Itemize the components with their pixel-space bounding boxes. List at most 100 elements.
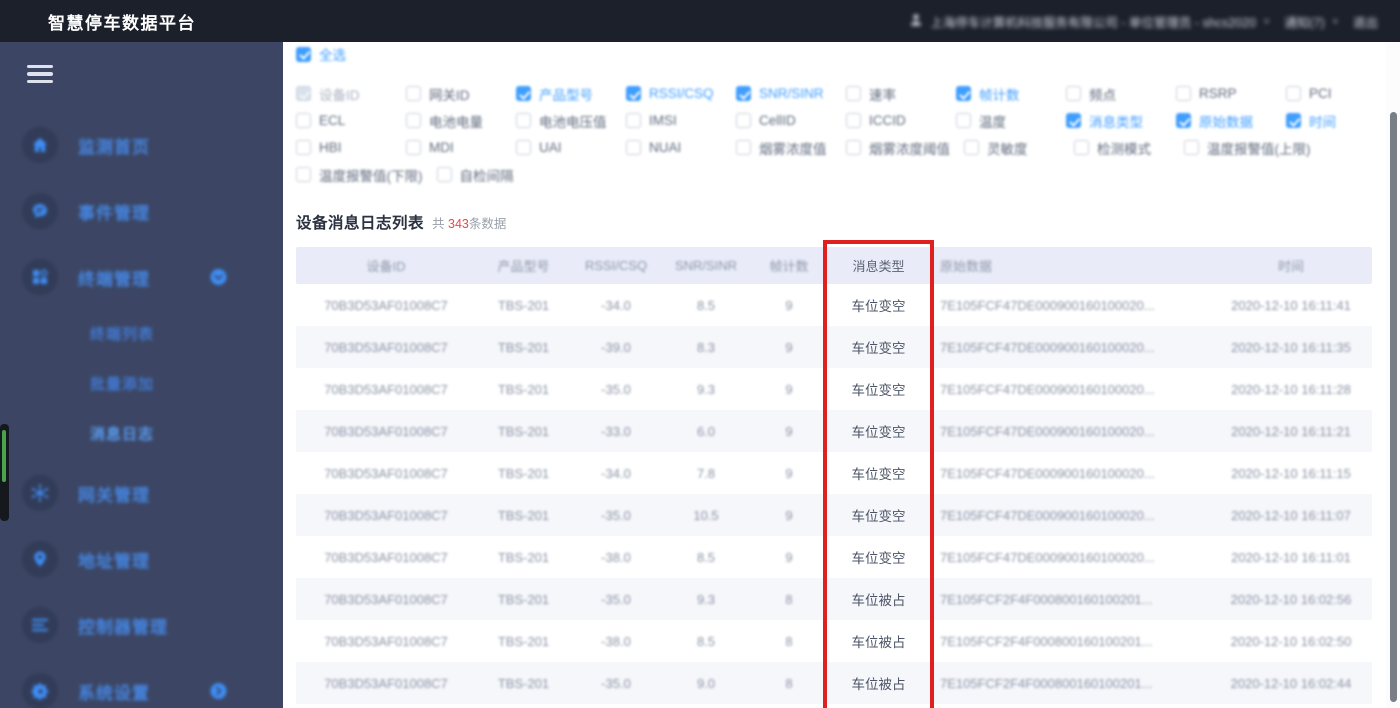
table-cell: -35.0 [601,591,631,607]
checkbox-label: ICCID [869,113,906,128]
sidebar-subitem[interactable]: 批量添加 [0,360,283,410]
table-row: 70B3D53AF01008C7 TBS-201 -35.0 9.0 8 车位被占 7E10… [296,662,1372,704]
filter-checkbox[interactable]: ECL [296,113,392,128]
filter-checkbox[interactable]: 温度 [956,111,1052,131]
filter-checkbox[interactable]: 频点 [1066,84,1162,104]
table-cell: 2020-12-10 16:11:35 [1231,339,1351,355]
table-cell: 70B3D53AF01008C7 [324,675,448,691]
total-count: 343 [448,217,469,231]
table-row: 70B3D53AF01008C7 TBS-201 -35.0 10.5 9 车位变空 7E1… [296,494,1372,536]
account-menu[interactable]: 上海停车计算机科技服务有限公司 - 单位管理员 - shcs2020 ∨ [909,12,1270,31]
filter-checkbox[interactable]: 产品型号 [516,84,612,104]
filter-checkbox[interactable]: 网关ID [406,84,502,104]
filter-checkbox[interactable]: 帧计数 [956,84,1052,104]
notifications-menu[interactable]: 通知(7) ∨ [1284,12,1339,31]
filter-checkbox[interactable]: 烟雾浓度值 [736,138,832,158]
chevron-down-icon[interactable] [210,269,227,286]
sidebar-item-controller-management[interactable]: 控制器管理 [0,592,283,658]
filter-checkbox[interactable]: CellID [736,113,832,128]
sidebar-item-terminal-management[interactable]: 终端管理 [0,244,283,310]
filter-checkbox[interactable]: 温度报警值(上限) [1184,138,1311,158]
table-row: 70B3D53AF01008C7 TBS-201 -33.0 6.0 9 车位变空 7E10… [296,410,1372,452]
filter-checkbox[interactable]: 烟雾浓度阈值 [846,138,950,158]
logout-label: 退出 [1352,15,1378,30]
table-cell: 6.0 [696,423,716,439]
checkbox [736,140,751,155]
hub-icon [22,475,58,511]
checkbox [626,140,641,155]
sidebar-item-monitor-home[interactable]: 监测首页 [0,112,283,178]
checkbox-label: 产品型号 [539,87,593,103]
filter-checkbox[interactable]: 时间 [1286,111,1382,131]
checkbox-label: 温度 [979,114,1006,130]
checkbox-label: NUAI [649,140,682,155]
sidebar-item-address-management[interactable]: 地址管理 [0,526,283,592]
table-body: 70B3D53AF01008C7 TBS-201 -34.0 8.5 9 车位变空 7E10… [296,284,1372,704]
table-header-row: 设备ID 产品型号 RSSI/CSQ SNR/SINR 帧计数 消息类型 原始数据 时间 [296,247,1372,284]
account-label: 上海停车计算机科技服务有限公司 - 单位管理员 - shcs2020 [930,15,1257,30]
checkbox [956,86,971,101]
filter-checkbox[interactable]: PCI [1286,86,1382,101]
checkbox [296,113,311,128]
checkbox [1176,86,1191,101]
main-content: 全选 设备ID 网关ID 产品型号 RSSI/CSQ SNR/SINR 速率 帧计数 频点 RS… [283,42,1400,708]
filter-checkbox[interactable]: HBI [296,140,392,155]
filter-checkbox[interactable]: IMSI [626,113,722,128]
location-pin-icon [22,541,58,577]
checkbox [406,113,421,128]
checkbox-label: RSSI/CSQ [649,86,714,101]
filter-checkbox[interactable]: NUAI [626,140,722,155]
table-cell: -33.0 [601,423,631,439]
filter-checkbox[interactable]: ICCID [846,113,942,128]
select-all-checkbox[interactable]: 全选 [296,44,392,64]
app-window: 智慧停车数据平台 上海停车计算机科技服务有限公司 - 单位管理员 - shcs2… [0,0,1400,708]
table-cell: -39.0 [601,339,631,355]
chevron-right-icon[interactable] [210,683,227,700]
person-icon [909,13,923,30]
filter-checkbox[interactable]: 设备ID [296,84,392,104]
table-cell: 70B3D53AF01008C7 [324,507,448,523]
table-cell: TBS-201 [497,549,550,565]
filter-checkbox[interactable]: MDI [406,140,502,155]
filter-checkbox[interactable]: 原始数据 [1176,111,1272,131]
menu-toggle-button[interactable] [27,65,53,87]
filter-checkbox[interactable]: SNR/SINR [736,86,832,101]
message-type-cell: 车位变空 [851,425,906,440]
table-cell: 2020-12-10 16:11:07 [1231,507,1351,523]
checkbox-label: ECL [319,113,346,128]
table-row: 70B3D53AF01008C7 TBS-201 -34.0 7.8 9 车位变空 7E10… [296,452,1372,494]
filter-checkbox[interactable]: 电池电压值 [516,111,612,131]
sidebar-item-system-settings[interactable]: 系统设置 [0,658,283,708]
table-cell: -34.0 [601,465,631,481]
message-type-cell: 车位变空 [851,299,906,314]
filter-checkbox[interactable]: 速率 [846,84,942,104]
table-cell: 70B3D53AF01008C7 [324,465,448,481]
scrollbar-thumb[interactable] [1390,112,1397,702]
column-header: 消息类型 [852,259,905,274]
sidebar-item-label: 控制器管理 [78,617,168,637]
table-row: 70B3D53AF01008C7 TBS-201 -34.0 8.5 9 车位变空 7E10… [296,284,1372,326]
logout-button[interactable]: 退出 [1353,12,1378,31]
sidebar-item-gateway-management[interactable]: 网关管理 [0,460,283,526]
filter-checkbox[interactable]: 消息类型 [1066,111,1162,131]
filter-checkbox[interactable]: 电池电量 [406,111,502,131]
filter-checkbox[interactable]: 温度报警值(下限) [296,165,423,185]
filter-checkbox[interactable]: UAI [516,140,612,155]
filter-checkbox[interactable]: 检测模式 [1074,138,1170,158]
sidebar-subitem[interactable]: 消息日志 [0,410,283,460]
message-type-cell: 车位变空 [851,551,906,566]
checkbox-label: 原始数据 [1199,114,1253,130]
checkbox [296,46,311,62]
filter-checkbox[interactable]: 自检间隔 [436,165,533,185]
sidebar-subitem[interactable]: 终端列表 [0,310,283,360]
filter-checkbox[interactable]: RSSI/CSQ [626,86,722,101]
sidebar-item-event-management[interactable]: 事件管理 [0,178,283,244]
table-cell: -35.0 [601,675,631,691]
filter-row: 温度报警值(下限) 自检间隔 [296,161,1371,188]
filter-checkbox[interactable]: RSRP [1176,86,1272,101]
filter-checkbox[interactable]: 灵敏度 [964,138,1060,158]
scrollbar-track [1386,42,1400,708]
table-cell: 2020-12-10 16:11:21 [1231,423,1351,439]
checkbox [956,113,971,128]
gear-icon [22,673,58,708]
